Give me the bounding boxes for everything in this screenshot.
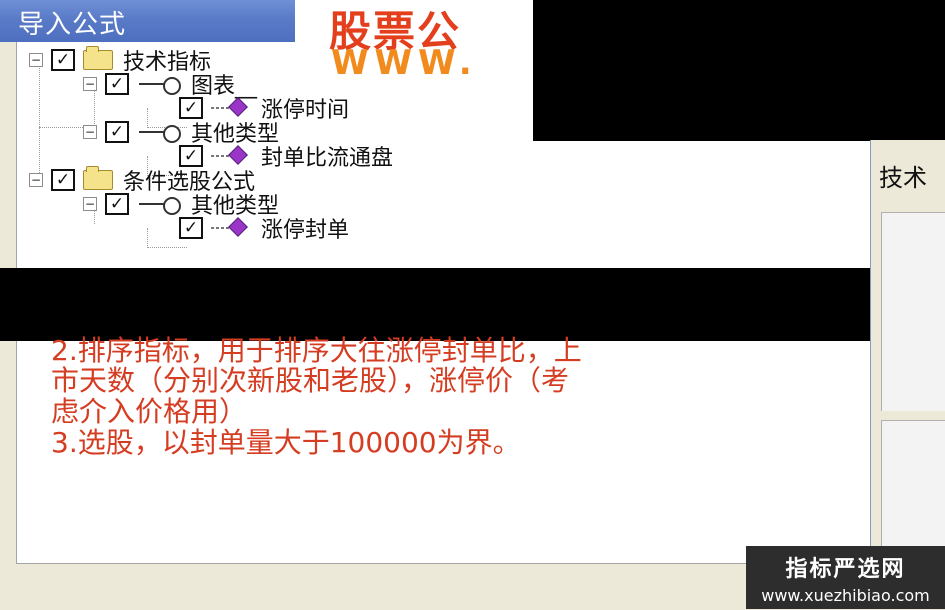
logo-banner: 股票公 WWW. — [295, 0, 540, 82]
formula-icon — [211, 145, 251, 165]
formula-description-panel: 2.排序指标，用于排序大往涨停封单比，上 市天数（分别次新股和老股），涨停价（考… — [16, 335, 871, 563]
description-line: 市天数（分别次新股和老股），涨停价（考 — [51, 364, 570, 397]
collapse-icon[interactable]: − — [83, 125, 97, 139]
tree-guide-line — [147, 247, 187, 248]
checkbox-icon[interactable]: ✓ — [51, 49, 75, 71]
folder-icon — [83, 46, 113, 70]
key-icon — [137, 123, 181, 143]
collapse-icon[interactable]: − — [83, 197, 97, 211]
formula-icon — [211, 217, 251, 237]
right-side-panel: 技术 — [870, 140, 945, 547]
window-title: 导入公式 — [18, 10, 127, 40]
watermark-title: 指标严选网 — [785, 557, 906, 582]
tree-item-label: 涨停封单 — [261, 218, 350, 243]
collapse-icon[interactable]: − — [83, 77, 97, 91]
checkbox-icon[interactable]: ✓ — [105, 193, 129, 215]
tree-guide-line — [147, 228, 148, 248]
checkbox-icon[interactable]: ✓ — [105, 121, 129, 143]
checkbox-icon[interactable]: ✓ — [105, 73, 129, 95]
tree-guide-line — [39, 127, 83, 128]
key-icon — [137, 75, 181, 95]
description-line: 3.选股，以封单量大于100000为界。 — [51, 426, 521, 459]
collapse-icon[interactable]: − — [29, 173, 43, 187]
collapse-icon[interactable]: − — [29, 53, 43, 67]
logo-url-text: WWW. — [331, 43, 478, 82]
tree-item-label: 封单比流通盘 — [261, 146, 394, 171]
checkbox-icon[interactable]: ✓ — [179, 217, 203, 239]
tab-technical[interactable]: 技术 — [879, 158, 927, 193]
tree-guide-line — [39, 60, 40, 175]
redaction-block — [533, 0, 945, 141]
watermark-url: www.xuezhibiao.com — [761, 586, 930, 605]
tree-item-other-types[interactable]: − ✓ 其他类型 — [83, 120, 279, 147]
tree-item-technical-indicators[interactable]: − ✓ 技术指标 — [29, 46, 211, 75]
tree-item-limit-up-seal-order[interactable]: ✓ 涨停封单 — [179, 216, 349, 243]
description-line: 虑介入价格用） — [51, 395, 248, 428]
tree-item-other-types-2[interactable]: − ✓ 其他类型 — [83, 192, 279, 219]
description-line: 2.排序指标，用于排序大往涨停封单比，上 — [51, 334, 582, 367]
formula-icon — [211, 97, 251, 117]
site-watermark: 指标严选网 www.xuezhibiao.com — [746, 546, 945, 609]
side-panel-box — [881, 212, 945, 411]
side-panel-box — [881, 420, 945, 547]
folder-icon — [83, 166, 113, 190]
key-icon — [137, 195, 181, 215]
redaction-block — [0, 268, 945, 341]
tree-item-chart[interactable]: − ✓ 图表__ — [83, 72, 257, 99]
checkbox-icon[interactable]: ✓ — [51, 169, 75, 191]
